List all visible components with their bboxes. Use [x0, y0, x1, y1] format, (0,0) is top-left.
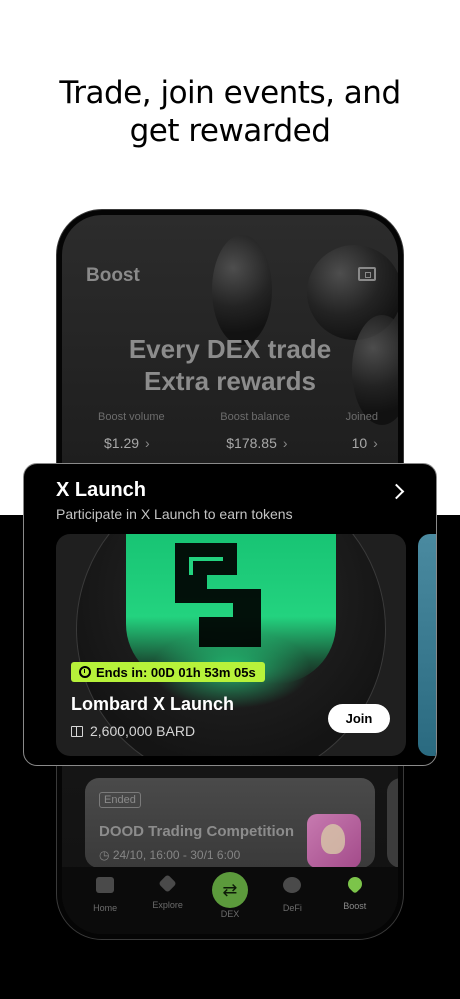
x-launch-title: X Launch	[56, 479, 147, 501]
wallet-icon	[96, 877, 115, 893]
stat-value: $178.85	[226, 435, 277, 451]
supply-amount: 2,600,000 BARD	[90, 723, 196, 739]
launch-title: Lombard X Launch	[71, 694, 235, 714]
boost-stats: Boost volume $1.29 › Boost balance $178.8…	[98, 411, 378, 451]
join-button[interactable]: Join	[328, 704, 390, 733]
headline-line-1: Trade, join events, and	[59, 75, 401, 111]
promo-line-1: Every DEX trade	[128, 334, 332, 364]
nav-label: Boost	[343, 901, 367, 911]
page-title: Boost	[86, 265, 140, 286]
competition-title: DOOD Trading Competition	[99, 823, 294, 840]
shield-icon	[283, 877, 302, 893]
chevron-right-icon: ›	[373, 435, 378, 451]
nav-label: Explore	[152, 900, 183, 910]
bottom-nav: Home Explore ⇄ DEX DeFi Boost	[62, 867, 398, 934]
nav-item-boost[interactable]: Boost	[327, 867, 383, 911]
promo-line-2: Extra rewards	[144, 366, 316, 396]
stat-boost-volume[interactable]: Boost volume $1.29 ›	[98, 411, 165, 451]
competition-date-end: 6:00	[216, 848, 241, 862]
next-launch-card[interactable]	[418, 534, 436, 756]
ticket-icon[interactable]	[358, 267, 376, 281]
rocket-icon	[344, 874, 365, 894]
stat-value: 10	[351, 435, 368, 451]
competition-date: ◷ 24/10, 16:00 - 30/1 6:00	[99, 848, 240, 862]
chevron-right-icon[interactable]	[388, 483, 405, 500]
stat-value-row: $1.29 ›	[98, 435, 165, 451]
status-badge: Ended	[99, 792, 141, 808]
competition-image	[307, 814, 361, 868]
nav-item-explore[interactable]: Explore	[140, 867, 196, 910]
stat-value-row: $178.85 ›	[220, 435, 290, 451]
clock-icon	[79, 666, 91, 678]
headline: Trade, join events, and get rewarded	[0, 74, 460, 150]
chevron-right-icon: ›	[282, 435, 288, 451]
nav-item-defi[interactable]: DeFi	[264, 867, 320, 913]
headline-line-2: get rewarded	[129, 113, 331, 149]
stat-label: Joined	[345, 411, 378, 423]
nav-label: DeFi	[282, 903, 302, 913]
stat-label: Boost balance	[220, 411, 290, 423]
stat-label: Boost volume	[98, 411, 165, 423]
gift-icon	[71, 725, 83, 737]
nav-item-dex[interactable]: ⇄ DEX	[202, 867, 258, 919]
chevron-right-icon: ›	[145, 435, 150, 451]
coin-decoration	[212, 235, 272, 345]
clock-icon: ◷	[99, 848, 110, 862]
promo-banner: Every DEX trade Extra rewards	[62, 333, 398, 397]
stat-boost-balance[interactable]: Boost balance $178.85 ›	[220, 411, 290, 451]
x-launch-panel: X Launch Participate in X Launch to earn…	[23, 463, 437, 766]
competition-date-start: 24/10, 16:00 - 30/1	[112, 848, 214, 862]
swap-icon: ⇄	[211, 872, 248, 908]
stat-value-row: 10 ›	[346, 435, 378, 451]
countdown-text: Ends in: 00D 01h 53m 05s	[96, 664, 256, 680]
compass-icon	[158, 874, 177, 893]
nav-label: Home	[93, 903, 118, 913]
countdown-badge: Ends in: 00D 01h 53m 05s	[71, 662, 265, 682]
launch-card[interactable]: Ends in: 00D 01h 53m 05s Lombard X Launc…	[56, 534, 406, 756]
lombard-logo-icon	[175, 543, 261, 647]
stat-joined[interactable]: Joined 10 ›	[346, 411, 378, 451]
next-competition-card[interactable]	[387, 778, 398, 868]
competition-card[interactable]: Ended DOOD Trading Competition ◷ 24/10, …	[85, 778, 375, 868]
stat-value: $1.29	[104, 435, 140, 451]
nav-label: DEX	[220, 909, 240, 919]
x-launch-subtitle: Participate in X Launch to earn tokens	[56, 506, 293, 522]
launch-supply: 2,600,000 BARD	[71, 723, 195, 739]
nav-item-home[interactable]: Home	[77, 867, 133, 913]
